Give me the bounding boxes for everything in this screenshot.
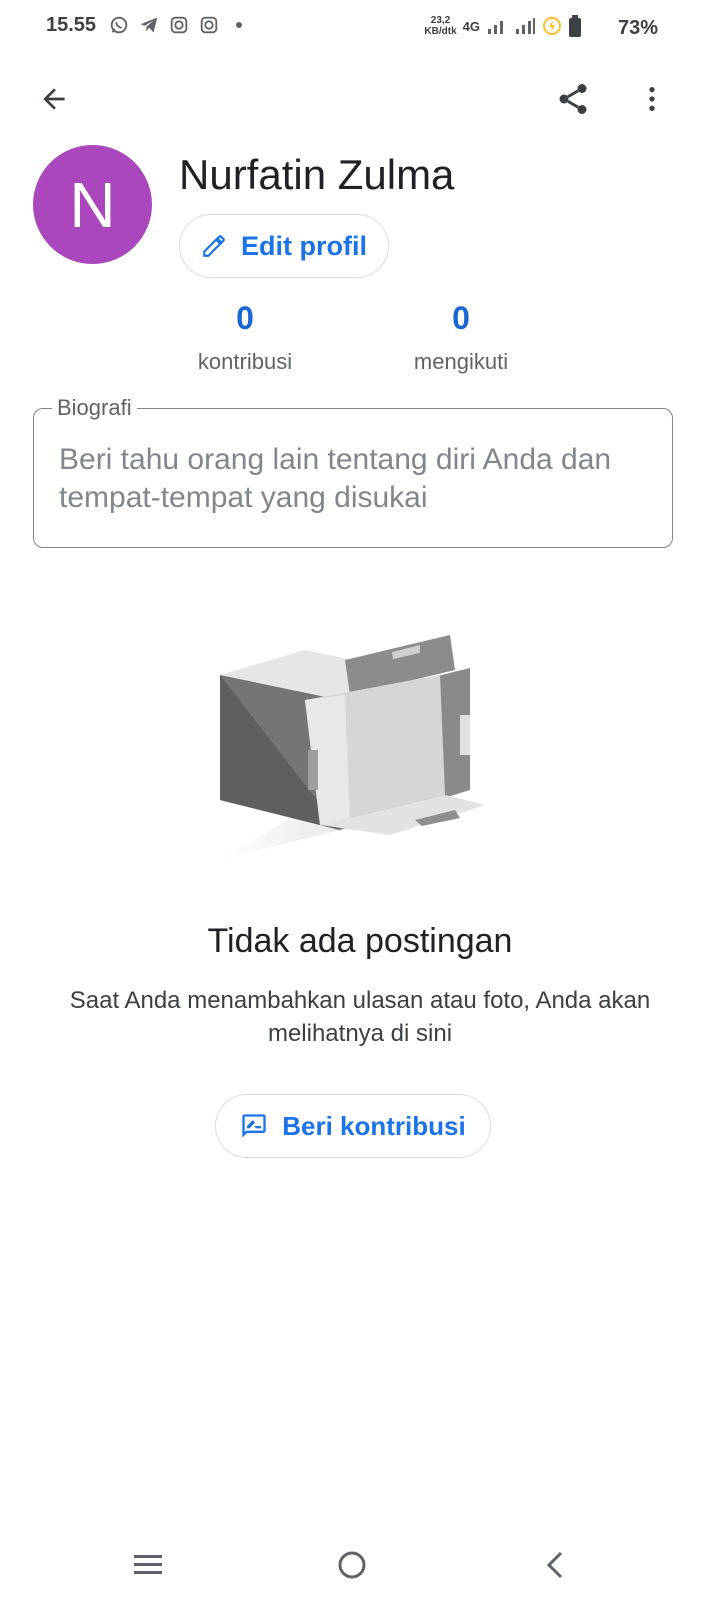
top-app-bar — [0, 70, 720, 130]
contribute-button[interactable]: Beri kontribusi — [215, 1094, 491, 1158]
nav-back-icon — [546, 1551, 563, 1579]
battery-percent: 73% — [617, 17, 658, 39]
bio-placeholder: Beri tahu orang lain tentang diri Anda d… — [59, 443, 612, 514]
share-button[interactable] — [547, 73, 599, 125]
system-nav-bar — [0, 1530, 720, 1600]
home-button[interactable] — [322, 1540, 382, 1590]
notification-icons — [108, 14, 242, 36]
arrow-back-icon — [43, 88, 65, 110]
stat-following[interactable]: 0 mengikuti — [381, 300, 541, 375]
bio-field[interactable]: Biografi Beri tahu orang lain tentang di… — [33, 395, 673, 548]
contribute-label: Beri kontribusi — [282, 1110, 466, 1141]
recents-icon — [134, 1555, 162, 1574]
stat-label: kontribusi — [197, 349, 293, 374]
back-button[interactable] — [28, 73, 80, 125]
network-speed: 23,2 KB/dtk — [424, 15, 457, 37]
instagram-icon — [200, 16, 218, 34]
more-options-button[interactable] — [626, 73, 678, 125]
status-time: 15.55 — [46, 14, 97, 36]
telegram-icon — [140, 17, 158, 33]
share-icon — [559, 84, 587, 114]
stat-value: 0 — [236, 300, 254, 336]
avatar: N — [33, 145, 152, 264]
edit-profile-label: Edit profil — [241, 230, 367, 261]
pencil-icon — [203, 235, 225, 257]
empty-box-illustration — [220, 635, 490, 860]
more-vert-icon — [649, 87, 655, 111]
empty-state-description: Saat Anda menambahkan ulasan atau foto, … — [69, 987, 651, 1047]
charging-icon — [543, 17, 561, 35]
status-bar: 15.55 23,2 KB/dtk 4G 73% — [0, 0, 720, 56]
signal-icon — [516, 18, 535, 34]
empty-state-title: Tidak ada postingan — [207, 922, 513, 960]
profile-name: Nurfatin Zulma — [179, 151, 455, 198]
stat-label: mengikuti — [413, 349, 509, 374]
edit-profile-button[interactable]: Edit profil — [179, 214, 389, 278]
nav-back-button[interactable] — [525, 1540, 585, 1590]
rate-review-icon — [242, 1114, 266, 1138]
whatsapp-icon — [110, 16, 128, 34]
status-indicators: 23,2 KB/dtk 4G — [424, 14, 582, 38]
instagram-icon — [170, 16, 188, 34]
home-icon — [338, 1551, 366, 1579]
more-notifications-dot — [236, 22, 242, 28]
stat-value: 0 — [452, 300, 470, 336]
recents-button[interactable] — [118, 1540, 178, 1590]
signal-icon — [488, 21, 503, 34]
stat-contributions[interactable]: 0 kontribusi — [165, 300, 325, 375]
network-type: 4G — [462, 18, 480, 34]
battery-icon — [569, 15, 581, 37]
bio-label: Biografi — [52, 395, 137, 421]
